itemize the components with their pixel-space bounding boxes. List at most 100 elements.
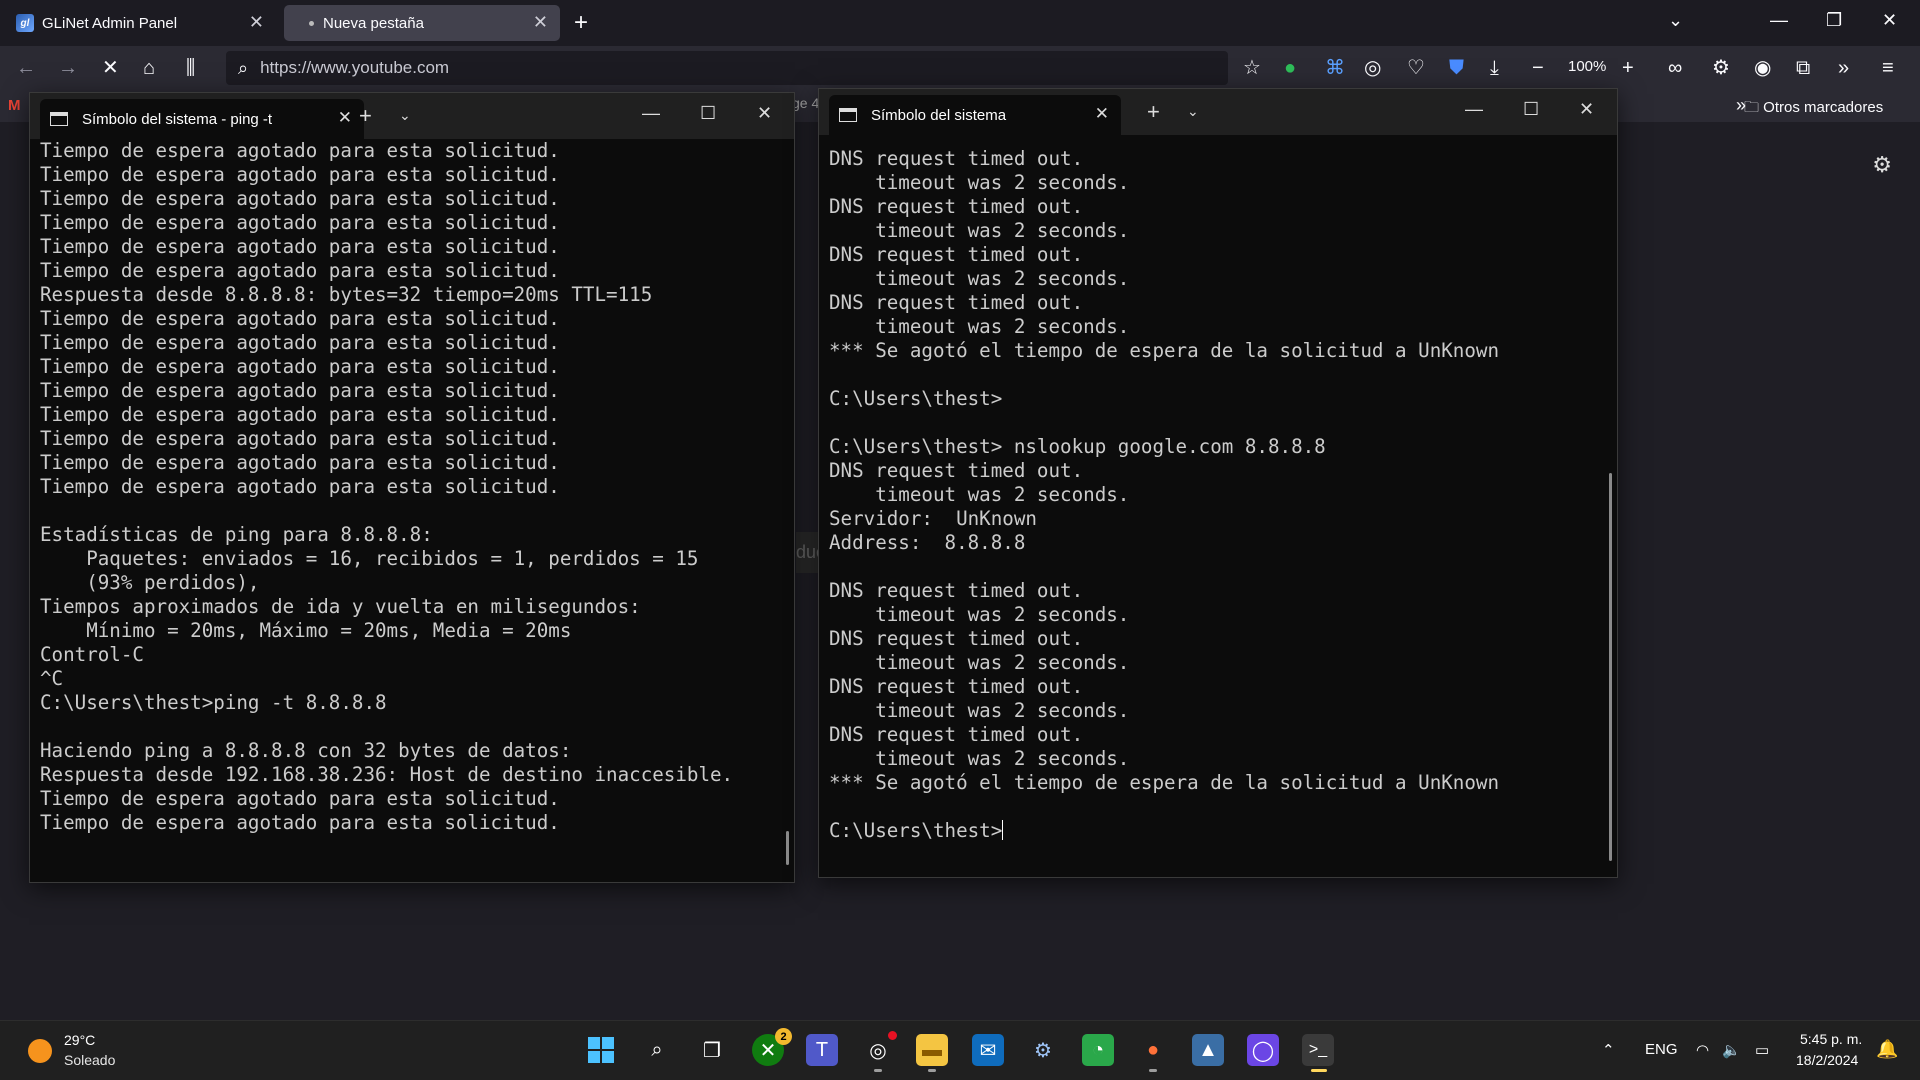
private-mask-icon[interactable]: ∞ xyxy=(1668,56,1682,80)
terminal-dropdown-icon[interactable]: ⌄ xyxy=(399,107,411,124)
bitwarden-shield-icon[interactable]: ⛊ xyxy=(1449,56,1464,80)
volume-icon[interactable]: 🔈 xyxy=(1722,1041,1741,1059)
terminal-output[interactable]: Tiempo de espera agotado para esta solic… xyxy=(30,139,794,882)
extensions-puzzle-icon[interactable]: ⧉ xyxy=(1796,56,1810,80)
terminal-line: DNS request timed out. xyxy=(829,459,1084,482)
page-settings-gear-icon[interactable]: ⚙ xyxy=(1872,152,1892,178)
folder-icon: 🗀 xyxy=(1744,99,1764,116)
terminal-line: timeout was 2 seconds. xyxy=(829,483,1130,506)
microphone-icon[interactable]: ◉ xyxy=(1754,56,1771,80)
back-arrow-icon[interactable]: ← xyxy=(16,56,36,80)
maximize-window-button[interactable]: ☐ xyxy=(700,103,716,124)
terminal-titlebar[interactable]: Símbolo del sistema ✕ + ⌄ — ☐ ✕ xyxy=(819,89,1617,135)
terminal-line: Tiempo de espera agotado para esta solic… xyxy=(40,163,560,186)
clock-date[interactable]: 18/2/2024 xyxy=(1796,1052,1858,1068)
close-tab-icon[interactable]: ✕ xyxy=(249,13,264,31)
mail-app[interactable]: ✉ xyxy=(972,1034,1004,1066)
address-bar[interactable]: ⌕ https://www.youtube.com xyxy=(226,51,1228,85)
terminal-tab[interactable]: Símbolo del sistema - ping -t ✕ xyxy=(40,99,364,139)
terminal-window-ping[interactable]: Símbolo del sistema - ping -t ✕ + ⌄ — ☐ … xyxy=(29,92,795,883)
clock-time[interactable]: 5:45 p. m. xyxy=(1800,1031,1862,1047)
search-taskbar-button[interactable]: ⌕ xyxy=(641,1034,673,1066)
tab-glinet-admin[interactable]: gl GLiNet Admin Panel ✕ xyxy=(4,5,276,41)
translate-extension-icon[interactable]: ⌘ xyxy=(1325,56,1345,80)
resource-monitor-app[interactable]: ▲ xyxy=(1192,1034,1224,1066)
file-explorer-app[interactable]: ▬ xyxy=(916,1034,948,1072)
terminal-line: Tiempo de espera agotado para esta solic… xyxy=(40,307,560,330)
reader-extension-icon[interactable]: ◎ xyxy=(1364,56,1381,80)
home-icon[interactable]: ⌂ xyxy=(143,56,155,80)
minimize-window-button[interactable]: — xyxy=(1770,10,1788,31)
terminal-scrollbar[interactable] xyxy=(1609,473,1612,861)
terminal-line: Servidor: UnKnown xyxy=(829,507,1037,530)
taskbar: 29°C Soleado ⌕ ❐ ✕ 2 T ◎ ▬ ✉ ⚙ ◔ ● ▲ ◯ >… xyxy=(0,1020,1920,1080)
zoom-level[interactable]: 100% xyxy=(1568,58,1606,75)
close-tab-icon[interactable]: ✕ xyxy=(338,108,352,128)
firefox-app[interactable]: ● xyxy=(1137,1034,1169,1072)
tab-new-tab[interactable]: Nueva pestaña ✕ xyxy=(284,5,560,41)
terminal-output[interactable]: DNS request timed out. timeout was 2 sec… xyxy=(819,135,1617,877)
terminal-line: Estadísticas de ping para 8.8.8.8: xyxy=(40,523,433,546)
stop-loading-icon[interactable]: ✕ xyxy=(102,56,119,80)
settings-gear-icon[interactable]: ⚙ xyxy=(1712,56,1730,80)
task-view-button[interactable]: ❐ xyxy=(696,1034,728,1066)
terminal-scrollbar[interactable] xyxy=(786,831,789,865)
terminal-tab[interactable]: Símbolo del sistema ✕ xyxy=(829,95,1121,135)
new-tab-button[interactable]: + xyxy=(574,9,588,37)
terminal-line: ^C xyxy=(40,667,64,690)
whatsapp-app[interactable]: ◔ xyxy=(1082,1034,1114,1066)
minimize-window-button[interactable]: — xyxy=(1465,99,1483,120)
terminal-app[interactable]: >_ xyxy=(1302,1034,1334,1072)
list-all-tabs-icon[interactable]: ⌄ xyxy=(1668,10,1683,31)
zoom-out-icon[interactable]: − xyxy=(1532,56,1544,80)
checkmark-extension-icon[interactable]: ● xyxy=(1284,56,1296,80)
restore-window-button[interactable]: ❐ xyxy=(1826,10,1842,31)
terminal-line: timeout was 2 seconds. xyxy=(829,219,1130,242)
notifications-bell-icon[interactable]: 🔔 xyxy=(1876,1039,1898,1060)
terminal-line: Tiempo de espera agotado para esta solic… xyxy=(40,475,560,498)
library-icon[interactable]: ⫼ xyxy=(186,56,195,80)
gmail-bookmark-icon[interactable]: M xyxy=(8,97,21,114)
xbox-app[interactable]: ✕ 2 xyxy=(752,1028,792,1066)
new-terminal-tab-button[interactable]: + xyxy=(359,105,372,127)
tab-label: Nueva pestaña xyxy=(323,14,424,32)
teams-app[interactable]: T xyxy=(806,1034,838,1066)
minimize-window-button[interactable]: — xyxy=(642,103,660,124)
search-icon: ⌕ xyxy=(238,57,249,78)
chrome-app[interactable]: ◎ xyxy=(862,1031,897,1072)
other-bookmarks-folder[interactable]: 🗀 Otros marcadores xyxy=(1744,97,1883,122)
maximize-window-button[interactable]: ☐ xyxy=(1523,99,1539,120)
notification-badge: 2 xyxy=(775,1028,792,1045)
show-hidden-icons-chevron-icon[interactable]: ⌃ xyxy=(1602,1041,1615,1059)
wifi-icon[interactable]: ◠ xyxy=(1696,1041,1709,1059)
terminal-titlebar[interactable]: Símbolo del sistema - ping -t ✕ + ⌄ — ☐ … xyxy=(30,93,794,139)
start-button[interactable] xyxy=(585,1034,617,1066)
terminal-window-nslookup[interactable]: Símbolo del sistema ✕ + ⌄ — ☐ ✕ DNS requ… xyxy=(818,88,1618,878)
forward-arrow-icon[interactable]: → xyxy=(58,56,78,80)
tab-label: GLiNet Admin Panel xyxy=(42,14,178,32)
new-terminal-tab-button[interactable]: + xyxy=(1147,101,1160,123)
bookmark-star-icon[interactable]: ☆ xyxy=(1243,56,1261,80)
terminal-dropdown-icon[interactable]: ⌄ xyxy=(1187,103,1199,120)
close-tab-icon[interactable]: ✕ xyxy=(533,13,548,31)
terminal-prompt[interactable]: C:\Users\thest> xyxy=(829,819,1607,843)
chrome-icon: ◎ xyxy=(869,1039,887,1062)
terminal-line: *** Se agotó el tiempo de espera de la s… xyxy=(829,339,1500,362)
hamburger-menu-icon[interactable]: ≡ xyxy=(1882,56,1894,80)
close-window-button[interactable]: ✕ xyxy=(1882,10,1897,31)
background-page-fragment: ge 4 xyxy=(792,95,820,111)
close-window-button[interactable]: ✕ xyxy=(757,103,772,124)
terminal-line: timeout was 2 seconds. xyxy=(829,171,1130,194)
overflow-chevron-icon[interactable]: » xyxy=(1838,56,1849,80)
pocket-icon[interactable]: ♡ xyxy=(1407,56,1425,80)
proton-app[interactable]: ◯ xyxy=(1247,1034,1279,1066)
settings-app[interactable]: ⚙ xyxy=(1027,1034,1059,1066)
close-window-button[interactable]: ✕ xyxy=(1579,99,1594,120)
download-icon[interactable]: ⤓ xyxy=(1490,56,1499,80)
close-tab-icon[interactable]: ✕ xyxy=(1095,104,1109,124)
language-indicator[interactable]: ENG xyxy=(1645,1041,1678,1058)
terminal-line: Mínimo = 20ms, Máximo = 20ms, Media = 20… xyxy=(40,619,572,642)
terminal-line: Tiempo de espera agotado para esta solic… xyxy=(40,451,560,474)
zoom-in-icon[interactable]: + xyxy=(1622,56,1634,80)
battery-icon[interactable]: ▭ xyxy=(1755,1041,1769,1059)
